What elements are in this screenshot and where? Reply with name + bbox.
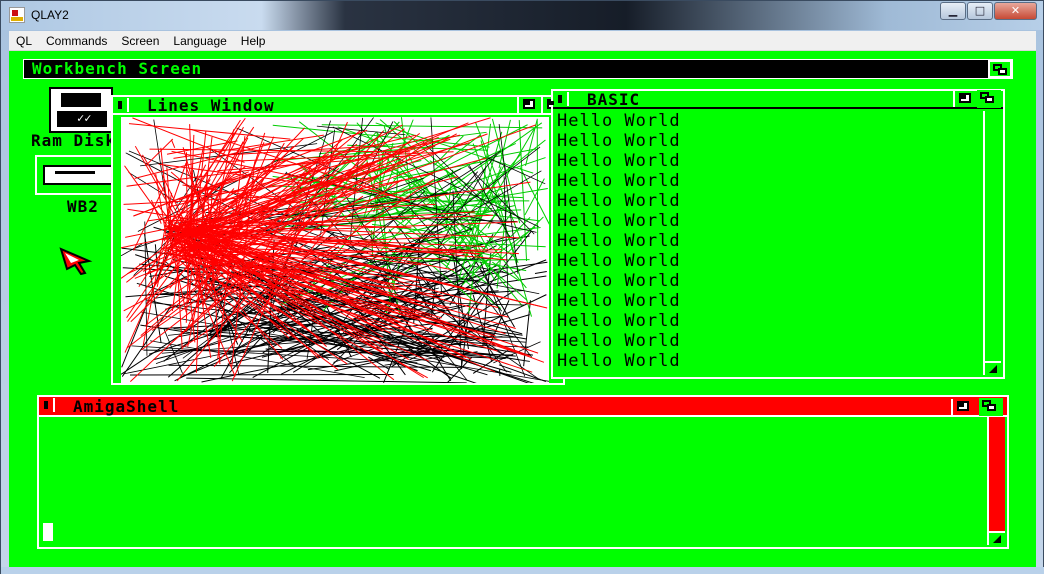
minimize-button[interactable]: ▁ [940,2,966,20]
basic-output: Hello World Hello World Hello World Hell… [557,111,681,371]
output-line: Hello World [557,351,681,371]
output-line: Hello World [557,291,681,311]
screen-title: Workbench Screen [32,59,203,78]
output-line: Hello World [557,251,681,271]
output-line: Hello World [557,211,681,231]
close-icon[interactable] [555,92,569,106]
caption-buttons: ▁ □ ✕ [939,2,1037,21]
depth-icon[interactable] [977,90,1001,108]
output-line: Hello World [557,231,681,251]
screen-title-bar[interactable]: Workbench Screen [23,59,1013,79]
mouse-pointer-icon [59,247,93,275]
output-line: Hello World [557,331,681,351]
output-line: Hello World [557,191,681,211]
output-line: Hello World [557,271,681,291]
basic-window-titlebar[interactable]: BASIC [553,90,1003,109]
output-line: Hello World [557,151,681,171]
ram-disk-label[interactable]: Ram Disk [31,131,116,150]
output-line: Hello World [557,111,681,131]
resize-icon[interactable] [985,361,1001,375]
basic-window-title: BASIC [587,90,641,109]
floppy-disk-icon[interactable]: ✓✓ [49,87,113,133]
zoom-icon[interactable] [953,91,975,107]
scrollbar[interactable] [987,417,1005,545]
menu-help[interactable]: Help [234,34,273,48]
shell-title: AmigaShell [73,397,180,416]
close-icon[interactable] [115,98,129,112]
output-line: Hello World [557,171,681,191]
amiga-workbench-screen: Workbench Screen ✓✓ Ram Disk WB2 Lines W… [9,51,1036,567]
app-icon[interactable] [9,7,25,23]
window-title: QLAY2 [31,8,69,22]
text-cursor[interactable] [43,523,53,541]
lines-window-titlebar[interactable]: Lines Window [113,96,563,115]
close-button[interactable]: ✕ [994,2,1037,20]
screen-depth-icon[interactable] [988,60,1012,78]
basic-window[interactable]: BASIC Hello World Hello World Hello Worl… [551,89,1005,379]
lines-window-title: Lines Window [147,96,275,115]
shell-titlebar[interactable]: AmigaShell [39,397,1007,417]
depth-icon[interactable] [979,398,1003,416]
zoom-icon[interactable] [517,97,539,113]
window-titlebar[interactable]: QLAY2 ▁ □ ✕ [1,1,1043,30]
maximize-button[interactable]: □ [967,2,993,20]
close-icon[interactable] [41,398,55,412]
output-line: Hello World [557,311,681,331]
window-bottom-border [1,567,1044,574]
lines-drawing-canvas [121,117,549,383]
scrollbar[interactable] [983,111,1001,375]
menu-bar: QL Commands Screen Language Help [9,31,1036,51]
qlay2-window: QLAY2 ▁ □ ✕ QL Commands Screen Language … [0,0,1044,574]
wb2-label[interactable]: WB2 [67,197,99,216]
resize-icon[interactable] [989,531,1005,545]
zoom-icon[interactable] [951,399,973,415]
menu-ql[interactable]: QL [9,34,39,48]
amigashell-window[interactable]: AmigaShell [37,395,1009,549]
lines-window[interactable]: Lines Window [111,95,565,385]
output-line: Hello World [557,131,681,151]
menu-commands[interactable]: Commands [39,34,114,48]
menu-language[interactable]: Language [166,34,233,48]
menu-screen[interactable]: Screen [114,34,166,48]
